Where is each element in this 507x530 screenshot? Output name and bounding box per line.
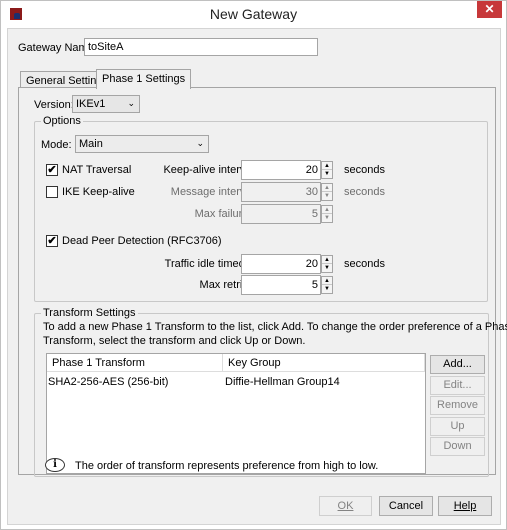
spinner-up-icon[interactable]: ▲ <box>322 206 332 214</box>
ok-label: OK <box>337 500 354 512</box>
spinner-up-icon[interactable]: ▲ <box>322 277 332 285</box>
version-value: IKEv1 <box>76 98 106 110</box>
up-button[interactable]: Up <box>430 417 485 436</box>
spinner-down-icon[interactable]: ▼ <box>322 285 332 293</box>
new-gateway-dialog: New Gateway ✕ Gateway Name: toSiteA Gene… <box>0 0 507 530</box>
dialog-body: Gateway Name: toSiteA General Settings P… <box>7 28 507 525</box>
mode-label: Mode: <box>41 139 72 151</box>
keepalive-interval-unit: seconds <box>344 164 385 176</box>
remove-button[interactable]: Remove <box>430 396 485 415</box>
options-title: Options <box>41 115 83 127</box>
spinner-down-icon[interactable]: ▼ <box>322 214 332 222</box>
traffic-idle-timeout-spinner[interactable]: 20 ▲ ▼ <box>241 254 334 274</box>
add-button[interactable]: Add... <box>430 355 485 374</box>
nat-traversal-checkbox[interactable]: ✔ <box>46 164 58 176</box>
cancel-button[interactable]: Cancel <box>379 496 433 516</box>
help-button[interactable]: Help <box>438 496 492 516</box>
spinner-up-icon[interactable]: ▲ <box>322 162 332 170</box>
keepalive-interval-label: Keep-alive interval: <box>163 164 257 176</box>
spinner-down-icon[interactable]: ▼ <box>322 192 332 200</box>
close-button[interactable]: ✕ <box>477 1 502 18</box>
version-label: Version: <box>34 99 74 111</box>
max-retries-label: Max retries: <box>199 279 257 291</box>
dpd-checkbox[interactable]: ✔ <box>46 235 58 247</box>
mode-value: Main <box>79 138 103 150</box>
help-label: Help <box>453 500 477 512</box>
ike-keepalive-checkbox[interactable] <box>46 186 58 198</box>
column-header-phase1-transform[interactable]: Phase 1 Transform <box>47 354 223 372</box>
spinner-down-icon[interactable]: ▼ <box>322 264 332 272</box>
keepalive-interval-spinner[interactable]: 20 ▲ ▼ <box>241 160 334 180</box>
edit-button[interactable]: Edit... <box>430 376 485 395</box>
options-group: Options Mode: Main ⌄ ✔ NAT Traversal Kee… <box>34 115 488 302</box>
transform-settings-title: Transform Settings <box>41 307 138 319</box>
traffic-idle-timeout-unit: seconds <box>344 258 385 270</box>
message-interval-unit: seconds <box>344 186 385 198</box>
chevron-down-icon: ⌄ <box>196 138 204 148</box>
dpd-label: Dead Peer Detection (RFC3706) <box>62 235 222 247</box>
transform-cell: SHA2-256-AES (256-bit) <box>48 376 169 388</box>
spinner-up-icon[interactable]: ▲ <box>322 184 332 192</box>
message-interval-spinner[interactable]: 30 ▲ ▼ <box>241 182 334 202</box>
transform-description-line2: Transform, select the transform and clic… <box>43 335 306 347</box>
gateway-name-input[interactable]: toSiteA <box>84 38 318 56</box>
spinner-up-icon[interactable]: ▲ <box>322 256 332 264</box>
transform-table[interactable]: Phase 1 Transform Key Group SHA2-256-AES… <box>46 353 426 474</box>
down-button[interactable]: Down <box>430 437 485 456</box>
key-group-cell: Diffie-Hellman Group14 <box>225 376 340 388</box>
traffic-idle-timeout-label: Traffic idle timeout: <box>164 258 257 270</box>
nat-traversal-label: NAT Traversal <box>62 164 132 176</box>
max-retries-spinner[interactable]: 5 ▲ ▼ <box>241 275 334 295</box>
tab-phase1-settings[interactable]: Phase 1 Settings <box>96 69 192 89</box>
max-failures-spinner[interactable]: 5 ▲ ▼ <box>241 204 334 224</box>
transform-description-line1: To add a new Phase 1 Transform to the li… <box>43 321 507 333</box>
window-title: New Gateway <box>209 6 298 22</box>
column-header-key-group[interactable]: Key Group <box>223 354 425 372</box>
max-failures-value[interactable]: 5 <box>241 204 321 224</box>
message-interval-label: Message interval: <box>170 186 257 198</box>
info-icon: i <box>45 458 65 472</box>
message-interval-value[interactable]: 30 <box>241 182 321 202</box>
keepalive-interval-value[interactable]: 20 <box>241 160 321 180</box>
close-icon: ✕ <box>484 2 495 16</box>
mode-select[interactable]: Main ⌄ <box>75 135 209 153</box>
info-note: The order of transform represents prefer… <box>75 460 379 472</box>
traffic-idle-timeout-value[interactable]: 20 <box>241 254 321 274</box>
phase1-settings-panel: Version: IKEv1 ⌄ Options Mode: Main ⌄ ✔ … <box>18 87 507 477</box>
max-failures-label: Max failures: <box>194 208 257 220</box>
ok-button[interactable]: OK <box>319 496 372 516</box>
ike-keepalive-label: IKE Keep-alive <box>62 186 135 198</box>
spinner-down-icon[interactable]: ▼ <box>322 170 332 178</box>
max-retries-value[interactable]: 5 <box>241 275 321 295</box>
chevron-down-icon: ⌄ <box>127 98 135 108</box>
title-bar: New Gateway ✕ <box>1 1 506 28</box>
version-select[interactable]: IKEv1 ⌄ <box>72 95 140 113</box>
transform-settings-group: Transform Settings To add a new Phase 1 … <box>34 307 507 477</box>
